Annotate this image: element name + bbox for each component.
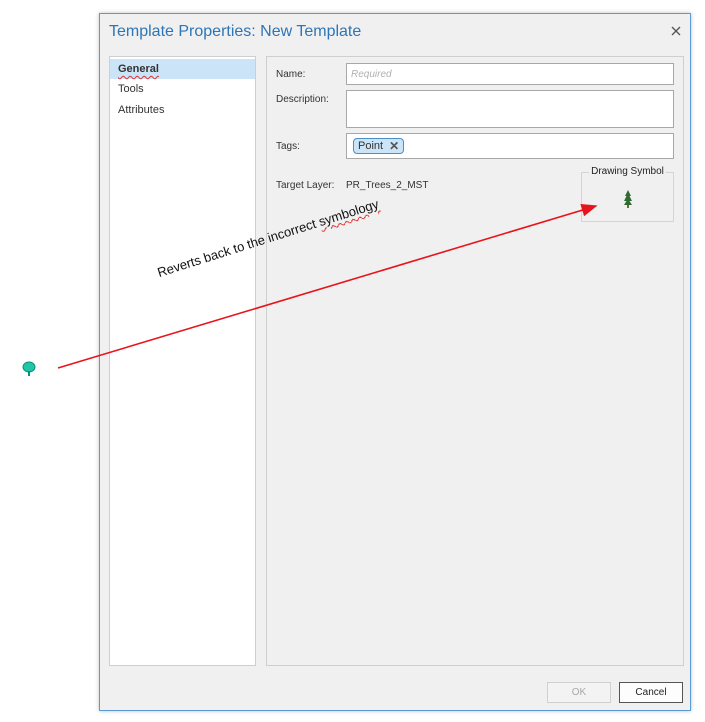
dialog-title: Template Properties: New Template [109, 23, 362, 40]
template-properties-dialog: Template Properties: New Template Genera… [99, 13, 691, 711]
cancel-button[interactable]: Cancel [619, 682, 683, 703]
description-input[interactable] [346, 90, 674, 128]
round-tree-icon [22, 361, 36, 376]
nav-item-attributes[interactable]: Attributes [110, 100, 255, 120]
ok-button[interactable]: OK [547, 682, 611, 703]
navigation-panel: General Tools Attributes [109, 56, 256, 666]
nav-item-label: General [118, 63, 159, 75]
name-input[interactable] [346, 63, 674, 85]
title-bar[interactable]: Template Properties: New Template [100, 14, 690, 52]
tags-input[interactable]: Point ✕ [346, 133, 674, 159]
drawing-symbol-title: Drawing Symbol [589, 166, 666, 177]
tag-label: Point [358, 140, 384, 152]
tags-label: Tags: [276, 141, 300, 152]
tag-chip[interactable]: Point ✕ [353, 138, 405, 154]
nav-item-label: Attributes [118, 104, 165, 116]
nav-item-label: Tools [118, 83, 144, 95]
conifer-tree-icon [624, 190, 632, 208]
target-layer-label: Target Layer: [276, 180, 335, 191]
nav-item-general[interactable]: General [110, 59, 255, 79]
screenshot-canvas: Template Properties: New Template Genera… [0, 0, 705, 722]
drawing-symbol-box[interactable]: Drawing Symbol [581, 166, 674, 222]
general-content-panel: Name: Description: Tags: Point ✕ Target … [266, 56, 684, 666]
tag-remove-icon[interactable]: ✕ [389, 139, 399, 153]
name-label: Name: [276, 69, 306, 80]
target-layer-value: PR_Trees_2_MST [346, 180, 429, 191]
description-label: Description: [276, 94, 329, 105]
close-icon[interactable] [668, 23, 684, 39]
nav-item-tools[interactable]: Tools [110, 79, 255, 99]
